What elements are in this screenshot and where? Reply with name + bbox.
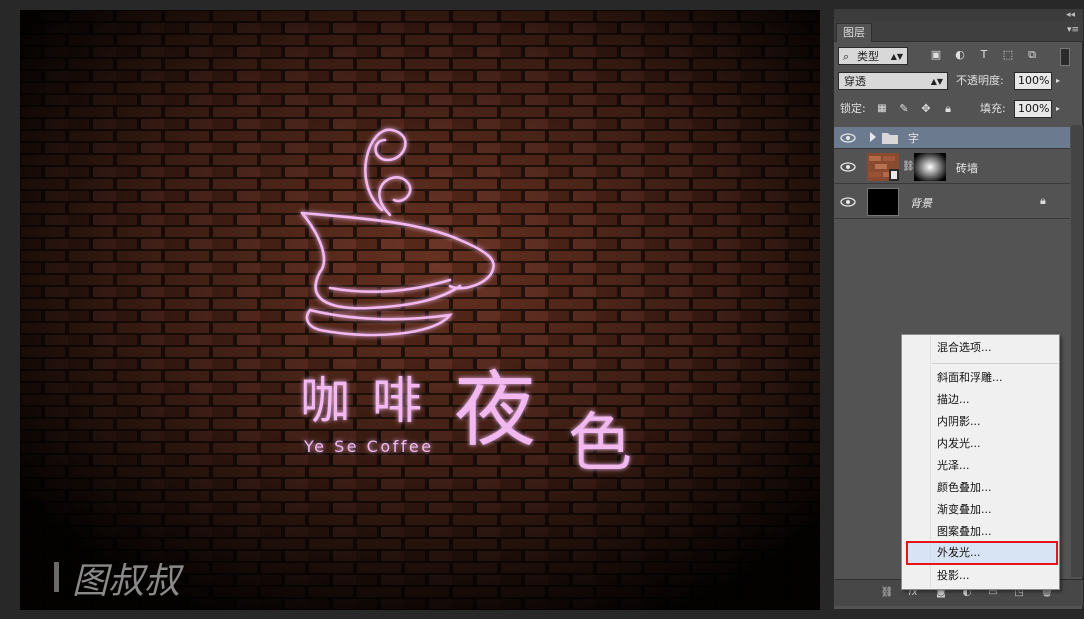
menu-item-inner-glow[interactable]: 内发光... bbox=[903, 433, 1058, 455]
layer-name: 背景 bbox=[910, 197, 932, 210]
panel-tabbar: 图层 ▾≡ bbox=[834, 21, 1083, 42]
mask-thumbnail[interactable] bbox=[914, 153, 946, 181]
title-char-2: 夜 bbox=[454, 363, 536, 458]
menu-separator bbox=[932, 363, 1058, 364]
menu-item-pattern-overlay[interactable]: 图案叠加... bbox=[903, 521, 1058, 543]
menu-item-bevel-emboss[interactable]: 斜面和浮雕... bbox=[903, 367, 1058, 389]
chevron-updown-icon: ▲▼ bbox=[890, 52, 903, 61]
filter-row: ⌕ 类型 ▲▼ ▣ ◐ T ⬚ ⧉ bbox=[834, 43, 1083, 69]
lock-all-icon[interactable]: 🔒︎ bbox=[940, 101, 956, 117]
filter-shape-icon[interactable]: ⬚ bbox=[1000, 47, 1016, 63]
menu-item-color-overlay[interactable]: 颜色叠加... bbox=[903, 477, 1058, 499]
menu-item-blending-options[interactable]: 混合选项... bbox=[903, 337, 1058, 359]
menu-item-inner-shadow[interactable]: 内阴影... bbox=[903, 411, 1058, 433]
filter-kind-label: 类型 bbox=[857, 50, 879, 63]
collapse-panel-icon[interactable]: ◂◂ bbox=[1066, 9, 1075, 21]
layer-row-text-group[interactable]: 字 bbox=[834, 127, 1070, 149]
menu-item-stroke[interactable]: 描边... bbox=[903, 389, 1058, 411]
filter-type-icon[interactable]: T bbox=[976, 47, 992, 63]
english-title: Ye Se Coffee bbox=[303, 437, 434, 456]
layer-row-background[interactable]: 背景 🔒︎ bbox=[834, 185, 1070, 219]
eye-icon[interactable] bbox=[839, 195, 857, 209]
vignette bbox=[20, 10, 820, 610]
eye-icon[interactable] bbox=[839, 131, 857, 145]
menu-item-drop-shadow[interactable]: 投影... bbox=[903, 565, 1058, 587]
lock-icon: 🔒︎ bbox=[1040, 194, 1046, 207]
layer-thumbnail bbox=[867, 188, 899, 216]
panel-menu-icon[interactable]: ▾≡ bbox=[1067, 24, 1079, 36]
layers-scrollbar[interactable] bbox=[1071, 125, 1083, 577]
opacity-arrow-icon[interactable]: ▸ bbox=[1056, 72, 1060, 90]
expand-triangle-icon[interactable] bbox=[870, 132, 876, 142]
layer-row-brick-wall[interactable]: ⛓ 砖墙 bbox=[834, 150, 1070, 184]
opacity-input[interactable]: 100% bbox=[1014, 72, 1052, 90]
blend-row: 穿透 ▲▼ 不透明度: 100% ▸ bbox=[834, 71, 1083, 97]
menu-item-outer-glow[interactable]: 外发光... bbox=[903, 542, 1058, 564]
filter-smart-object-icon[interactable]: ⧉ bbox=[1024, 47, 1040, 63]
folder-icon bbox=[882, 133, 898, 144]
lock-row: 锁定: ▦ ✎ ✥ 🔒︎ 填充: 100% ▸ bbox=[834, 99, 1083, 125]
layer-name: 字 bbox=[908, 132, 919, 145]
title-char-3: 色 bbox=[568, 407, 632, 481]
fill-input[interactable]: 100% bbox=[1014, 100, 1052, 118]
menu-item-satin[interactable]: 光泽... bbox=[903, 455, 1058, 477]
title-char-0: 咖 bbox=[300, 372, 350, 430]
blend-mode-value: 穿透 bbox=[844, 75, 866, 88]
tab-layers[interactable]: 图层 bbox=[836, 23, 872, 42]
fill-arrow-icon[interactable]: ▸ bbox=[1056, 100, 1060, 118]
opacity-label: 不透明度: bbox=[956, 74, 1004, 87]
filter-image-icon[interactable]: ▣ bbox=[928, 47, 944, 63]
layer-thumbnail bbox=[867, 153, 899, 181]
lock-position-icon[interactable]: ✥ bbox=[918, 101, 934, 117]
title-char-1: 啡 bbox=[372, 372, 422, 430]
artwork: 咖 啡 夜 色 Ye Se Coffee 图叔叔 bbox=[20, 10, 820, 610]
menu-item-gradient-overlay[interactable]: 渐变叠加... bbox=[903, 499, 1058, 521]
filter-kind-select[interactable]: ⌕ 类型 ▲▼ bbox=[838, 47, 908, 65]
eye-icon[interactable] bbox=[839, 160, 857, 174]
watermark: 图叔叔 bbox=[54, 561, 185, 602]
fill-label: 填充: bbox=[980, 102, 1006, 115]
mask-link-icon[interactable]: ⛓ bbox=[902, 161, 915, 172]
panel-topbar: ◂◂ bbox=[834, 9, 1083, 21]
lock-label: 锁定: bbox=[840, 102, 866, 115]
search-icon: ⌕ bbox=[843, 50, 850, 63]
layer-style-context-menu: 混合选项... 斜面和浮雕... 描边... 内阴影... 内发光... 光泽.… bbox=[901, 334, 1060, 590]
canvas-area: 咖 啡 夜 色 Ye Se Coffee 图叔叔 bbox=[0, 0, 829, 619]
layer-name: 砖墙 bbox=[956, 162, 978, 175]
filter-adjustment-icon[interactable]: ◐ bbox=[952, 47, 968, 63]
lock-transparency-icon[interactable]: ▦ bbox=[874, 101, 890, 117]
document-canvas[interactable]: 咖 啡 夜 色 Ye Se Coffee 图叔叔 bbox=[20, 10, 820, 610]
filter-toggle-switch[interactable] bbox=[1060, 48, 1070, 66]
lock-pixels-icon[interactable]: ✎ bbox=[896, 101, 912, 117]
blend-mode-select[interactable]: 穿透 ▲▼ bbox=[838, 72, 948, 90]
link-icon[interactable]: ⛓ bbox=[880, 586, 894, 600]
chevron-updown-icon: ▲▼ bbox=[930, 77, 943, 86]
watermark-text: 图叔叔 bbox=[72, 561, 185, 602]
